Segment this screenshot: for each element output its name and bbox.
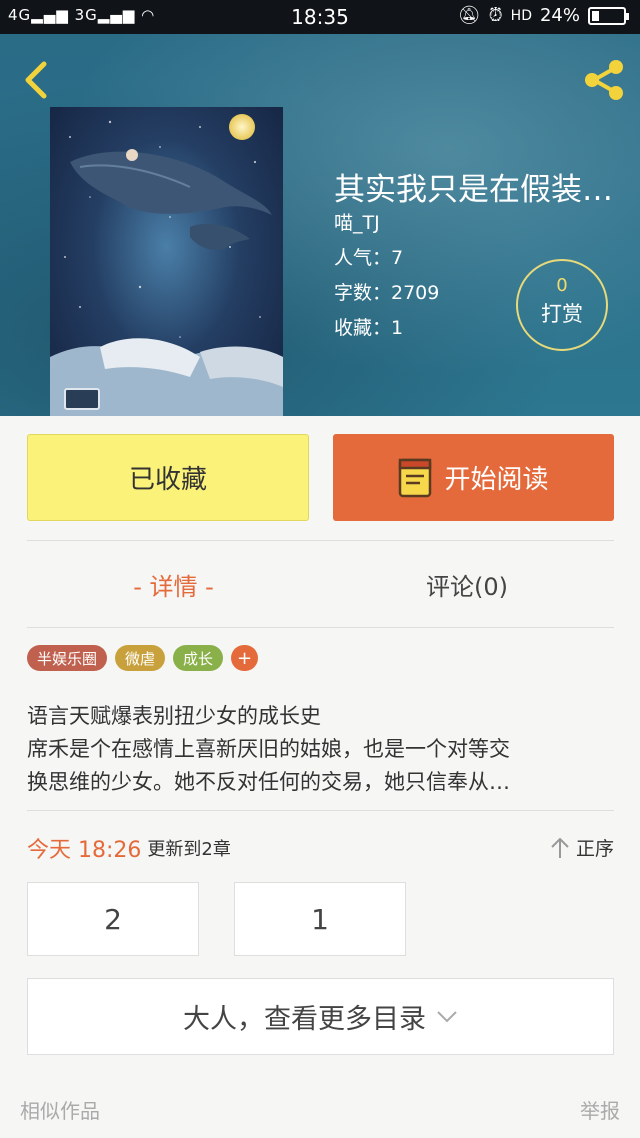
- chapter-item[interactable]: 1: [234, 882, 406, 956]
- book-word-count: 字数：2709: [334, 282, 440, 304]
- book-popularity: 人气：7: [334, 247, 404, 269]
- reward-button[interactable]: 0 打赏: [516, 259, 608, 351]
- book-icon: [399, 458, 432, 497]
- update-time: 今天 18:26: [27, 838, 142, 863]
- update-info: 更新到2章: [147, 839, 231, 860]
- divider: [27, 810, 614, 811]
- share-icon[interactable]: [580, 56, 628, 104]
- cover-illustration: [50, 114, 283, 416]
- start-reading-button[interactable]: 开始阅读: [333, 434, 614, 521]
- book-synopsis[interactable]: 语言天赋爆表别扭少女的成长史 席禾是个在感情上喜新厌旧的姑娘，也是一个对等交 换…: [27, 700, 614, 799]
- add-tag-button[interactable]: +: [231, 645, 259, 671]
- tab-detail[interactable]: - 详情 -: [27, 562, 320, 606]
- back-icon[interactable]: [18, 58, 54, 102]
- chevron-down-icon: [437, 1010, 457, 1022]
- collected-button[interactable]: 已收藏: [27, 434, 309, 521]
- book-meta: 喵_TJ 人气：7 字数：2709 收藏：1: [334, 206, 439, 346]
- more-catalog-button[interactable]: 大人，查看更多目录: [27, 978, 614, 1055]
- battery-percent: 24%: [539, 5, 580, 26]
- report-button[interactable]: 举报: [580, 1095, 620, 1124]
- book-favorites: 收藏：1: [334, 317, 404, 339]
- battery-icon: [588, 6, 629, 25]
- tag-item[interactable]: 半娱乐圈: [27, 645, 108, 671]
- more-catalog-label: 大人，查看更多目录: [183, 1004, 426, 1035]
- hd-call-icon: HD: [510, 7, 532, 24]
- book-header: 其实我只是在假装… 喵_TJ 人气：7 字数：2709 收藏：1 0 打赏: [0, 34, 640, 416]
- chapter-item[interactable]: 2: [27, 882, 199, 956]
- reward-count: 0: [556, 275, 568, 296]
- synopsis-line: 换思维的少女。她不反对任何的交易，她只信奉从…: [27, 770, 510, 794]
- tag-item[interactable]: 微虐: [115, 645, 166, 671]
- mute-icon: 🔕︎: [457, 5, 481, 26]
- book-author[interactable]: 喵_TJ: [334, 206, 439, 241]
- alarm-icon: ⏰︎: [488, 5, 503, 26]
- status-bar: 4G▂▄▆ 3G▂▄▆ ◠ 18:35 🔕︎ ⏰︎ HD 24%: [0, 0, 640, 34]
- book-title: 其实我只是在假装…: [334, 172, 613, 208]
- similar-works-label[interactable]: 相似作品: [20, 1095, 100, 1124]
- update-row: 今天 18:26 更新到2章 正序: [27, 830, 614, 866]
- tab-comments[interactable]: 评论(0): [320, 562, 614, 606]
- collected-label: 已收藏: [128, 465, 207, 495]
- synopsis-line: 语言天赋爆表别扭少女的成长史: [27, 704, 321, 728]
- divider: [27, 540, 614, 541]
- start-reading-label: 开始阅读: [444, 465, 549, 495]
- reward-label: 打赏: [541, 302, 583, 326]
- sort-order-label: 正序: [575, 838, 614, 860]
- arrow-up-icon: [551, 837, 569, 858]
- tag-list: 半娱乐圈 微虐 成长 +: [27, 645, 259, 671]
- divider: [27, 627, 614, 628]
- synopsis-line: 席禾是个在感情上喜新厌旧的姑娘，也是一个对等交: [27, 737, 510, 761]
- tag-item[interactable]: 成长: [173, 645, 224, 671]
- sort-order-button[interactable]: 正序: [550, 834, 614, 861]
- book-cover-image[interactable]: [50, 107, 283, 416]
